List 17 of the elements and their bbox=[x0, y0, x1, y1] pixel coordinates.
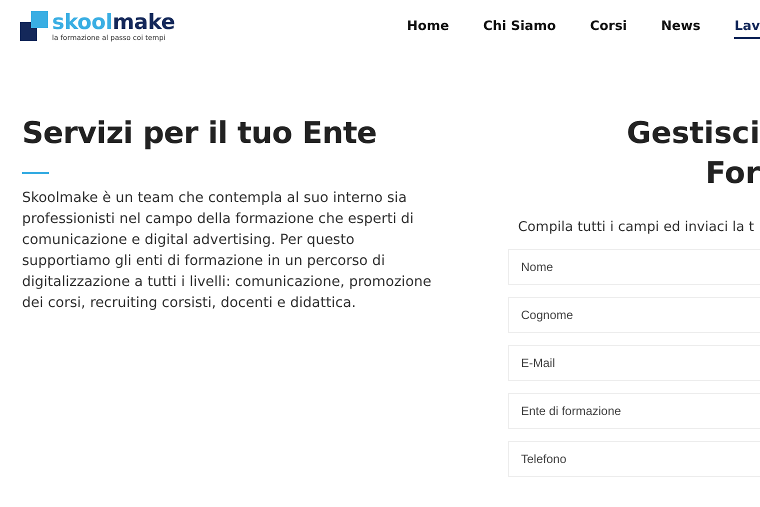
input-field[interactable]: Telefono bbox=[508, 441, 760, 477]
nav-link[interactable]: Corsi bbox=[590, 19, 628, 39]
input-field[interactable]: Nome bbox=[508, 249, 760, 285]
section-title: Servizi per il tuo Ente bbox=[22, 115, 378, 153]
logo-icon bbox=[20, 11, 48, 41]
form-title: For bbox=[704, 155, 760, 193]
nav-link[interactable]: News bbox=[661, 19, 700, 39]
input-field[interactable]: Ente di formazione bbox=[508, 393, 760, 429]
input-field[interactable]: E-Mail bbox=[508, 345, 760, 381]
brand-name: skoolmake bbox=[52, 10, 175, 32]
nav-link[interactable]: Chi Siamo bbox=[483, 19, 556, 39]
form-intro: Compila tutti i campi ed inviaci la t bbox=[518, 219, 756, 235]
input-field[interactable]: Cognome bbox=[508, 297, 760, 333]
description: Skoolmake è un team che contempla al suo interno sia professionisti nel campo della formazione che esperti di comunicazione e digital advertising. Per questo supportiamo gli enti di formazione in un percorso di digitalizzazione a tutti i livelli: comunicazione, promozione dei corsi, recruiting corsisti, docenti e didattica. bbox=[22, 189, 432, 313]
nav-link[interactable]: Lav bbox=[734, 19, 760, 39]
nav-link[interactable]: Home bbox=[406, 19, 450, 39]
form-title: Gestisci bbox=[626, 115, 760, 153]
